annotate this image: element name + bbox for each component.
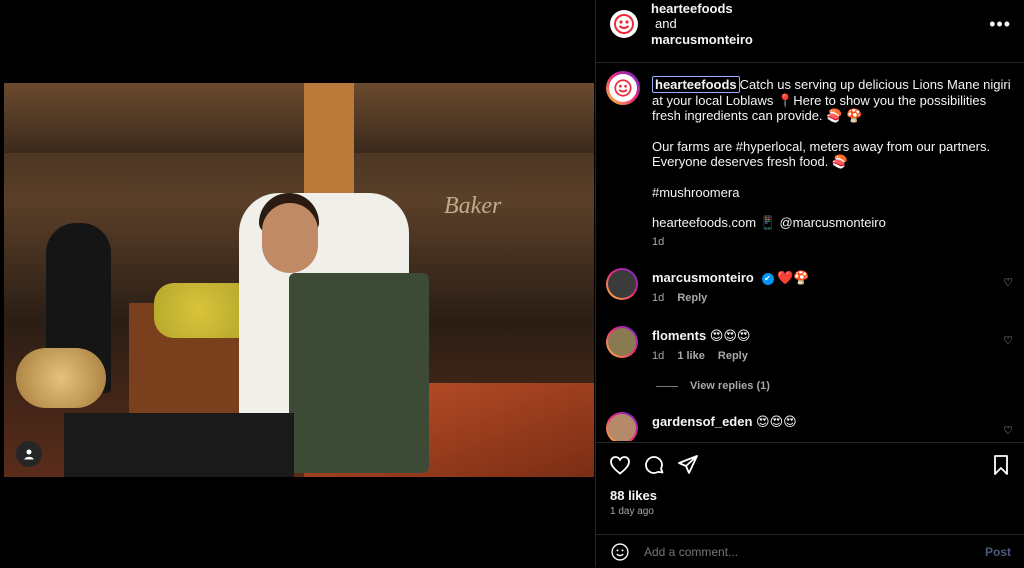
post-caption: hearteefoods Catch us serving up deliciou… [652, 76, 1012, 250]
action-bar: 88 likes 1 day ago [596, 442, 1024, 535]
comment-likes[interactable]: 1 like [677, 350, 705, 362]
caption-links[interactable]: hearteefoods.com 📱 @marcusmonteiro [652, 215, 1012, 231]
post-date: 1 day ago [610, 506, 654, 517]
header-username-1[interactable]: hearteefoods [651, 1, 733, 16]
caption-avatar-inner [609, 74, 637, 102]
reply-button[interactable]: Reply [677, 292, 707, 304]
like-comment-heart-icon[interactable]: ♡ [1003, 276, 1013, 289]
photo-mushrooms [16, 348, 106, 408]
caption-avatar[interactable] [606, 71, 640, 105]
comment-body: 😍😍😍 [756, 414, 797, 429]
view-replies-label: View replies (1) [690, 380, 770, 392]
comment-text: gardensof_eden 😍😍😍 [652, 414, 797, 430]
comment-input[interactable] [644, 545, 944, 559]
comment-time: 1d [652, 292, 665, 304]
share-icon[interactable] [676, 453, 700, 477]
more-options-icon[interactable]: ••• [989, 14, 1011, 35]
caption-username[interactable]: hearteefoods [652, 76, 740, 93]
header-joiner: and [655, 16, 677, 31]
replies-divider [656, 385, 678, 387]
photo-ceiling [4, 83, 594, 153]
caption-text-2: Our farms are #hyperlocal, meters away f… [652, 138, 991, 170]
add-comment-bar: Post [596, 534, 1024, 568]
avatar-photo [608, 328, 636, 356]
comment-body: 😍😍😍 [709, 328, 751, 343]
heart-icon[interactable] [608, 453, 632, 477]
caption-time: 1d [652, 235, 665, 248]
comments-list[interactable]: hearteefoods Catch us serving up deliciou… [596, 63, 1024, 441]
user-tag-button[interactable] [16, 441, 42, 467]
like-comment-heart-icon[interactable]: ♡ [1003, 424, 1013, 437]
comment-meta: 1d Reply [652, 292, 717, 304]
post-photo[interactable]: Baker [4, 83, 594, 477]
photo-pillar [304, 83, 354, 193]
comment-username[interactable]: gardensof_eden [652, 414, 752, 429]
media-pane: Baker [0, 0, 594, 567]
like-comment-heart-icon[interactable]: ♡ [1003, 334, 1013, 347]
comment-text: marcusmonteiro ✔ ❤️🍄 [652, 270, 810, 286]
header-username-2[interactable]: marcusmonteiro [651, 32, 753, 47]
header-avatar[interactable] [610, 10, 638, 38]
avatar-photo [608, 270, 636, 298]
user-tag-icon [24, 449, 34, 460]
comment-username[interactable]: marcusmonteiro [652, 270, 754, 285]
photo-grill [64, 413, 294, 477]
brand-logo-icon [614, 14, 634, 34]
photo-bakery-sign: Baker [444, 193, 502, 219]
avatar-photo [608, 414, 636, 441]
brand-logo-icon [614, 79, 632, 97]
comment-icon[interactable] [642, 453, 666, 477]
post-header: hearteefoods and marcusmonteiro ••• [596, 0, 1024, 63]
comment-meta: 1d 1 like Reply [652, 350, 758, 362]
details-pane: hearteefoods and marcusmonteiro ••• hear… [595, 0, 1024, 567]
comment-body: ❤️🍄 [777, 270, 810, 285]
bookmark-icon[interactable] [989, 453, 1013, 477]
comment-text: floments 😍😍😍 [652, 328, 750, 344]
view-replies-button[interactable]: View replies (1) [656, 380, 770, 392]
photo-chef-apron [289, 273, 429, 473]
comment-avatar[interactable] [606, 412, 638, 441]
post-comment-button[interactable]: Post [985, 545, 1011, 559]
comment-username[interactable]: floments [652, 328, 706, 343]
reply-button[interactable]: Reply [718, 350, 748, 362]
photo-chef-head [262, 203, 318, 273]
likes-count[interactable]: 88 likes [610, 488, 657, 503]
verified-badge-icon: ✔ [761, 272, 774, 285]
emoji-icon[interactable] [610, 542, 630, 562]
comment-avatar[interactable] [606, 326, 638, 358]
comment-avatar[interactable] [606, 268, 638, 300]
caption-hashtag[interactable]: #mushroomera [652, 185, 1012, 201]
comment-time: 1d [652, 350, 665, 362]
